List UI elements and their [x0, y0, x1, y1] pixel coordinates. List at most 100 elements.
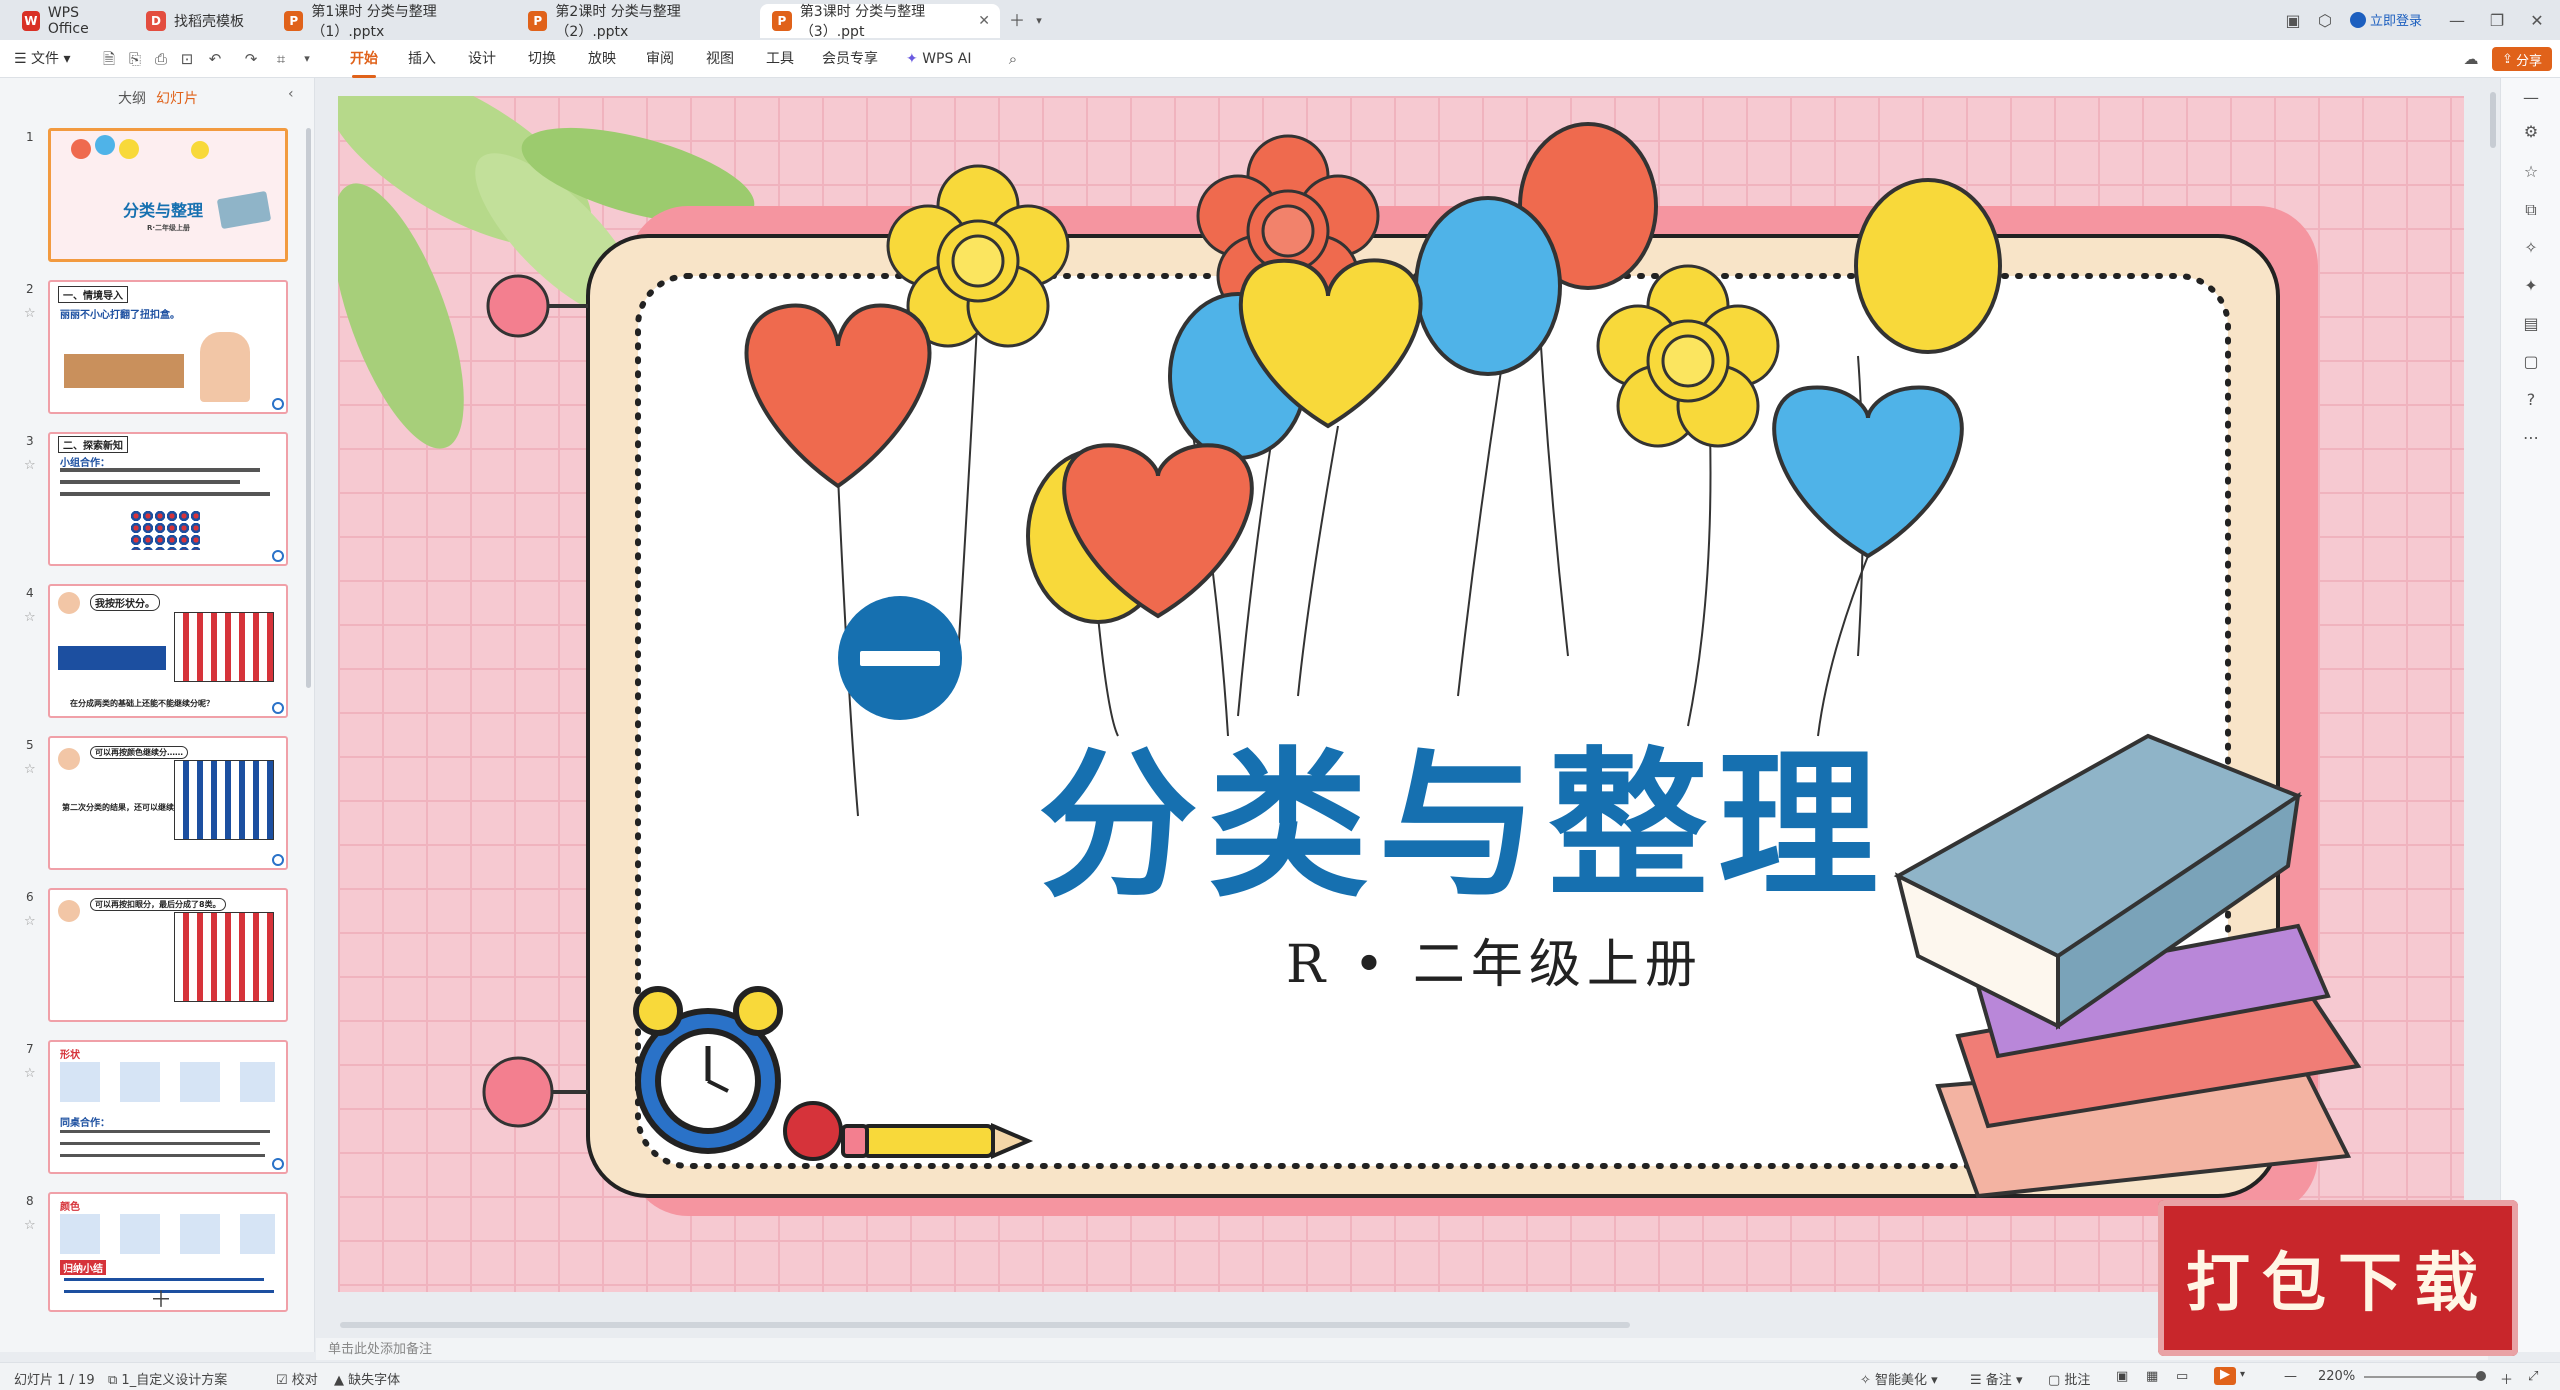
- chevron-down-icon[interactable]: ▾: [1026, 8, 1052, 34]
- login-button[interactable]: 立即登录: [2350, 10, 2422, 29]
- format-painter-icon[interactable]: ⌗: [270, 48, 292, 70]
- more-icon[interactable]: ⋯: [2519, 426, 2543, 450]
- star-icon[interactable]: ☆: [24, 762, 36, 777]
- slide-thumbnail-row[interactable]: 4 ☆ 我按形状分。 在分成两类的基础上还能不能继续分呢？: [0, 584, 300, 724]
- star-icon[interactable]: ☆: [24, 1218, 36, 1233]
- play-options-chevron-icon[interactable]: ▾: [2240, 1369, 2245, 1380]
- proofread-button[interactable]: ☑ 校对: [276, 1369, 318, 1388]
- menu-review[interactable]: 审阅: [646, 46, 674, 72]
- star-icon[interactable]: ☆: [2519, 160, 2543, 184]
- slide-subtitle[interactable]: R • 二年级上册: [1286, 922, 1703, 997]
- buttons-illustration: [130, 510, 200, 550]
- slide-thumbnail-row[interactable]: 3 ☆ 二、探索新知 小组合作：: [0, 432, 300, 572]
- menu-slideshow[interactable]: 放映: [588, 46, 616, 72]
- collapse-icon[interactable]: —: [2519, 86, 2543, 110]
- frame-icon[interactable]: ▢: [2519, 350, 2543, 374]
- slide-thumbnail[interactable]: 二、探索新知 小组合作：: [48, 432, 288, 566]
- thumb-subtitle: R·二年级上册: [147, 224, 191, 232]
- play-slideshow-icon[interactable]: ▶: [2214, 1367, 2236, 1385]
- reading-view-icon[interactable]: ▭: [2176, 1369, 2188, 1384]
- slide-thumbnail[interactable]: 可以再按扣眼分，最后分成了8类。: [48, 888, 288, 1022]
- vertical-scrollbar[interactable]: [2490, 92, 2496, 148]
- tab-docer[interactable]: D 找稻壳模板: [134, 4, 270, 38]
- design-theme[interactable]: ⧉ 1_自定义设计方案: [108, 1369, 227, 1388]
- add-slide-button[interactable]: ＋: [150, 1282, 172, 1314]
- box-icon[interactable]: ⬡: [2312, 8, 2338, 34]
- slide-thumbnail-row[interactable]: 7 ☆ 形状 同桌合作：: [0, 1040, 300, 1180]
- slide-thumbnail[interactable]: 形状 同桌合作：: [48, 1040, 288, 1174]
- missing-font-button[interactable]: ▲ 缺失字体: [334, 1369, 400, 1388]
- layout-icon[interactable]: ▤: [2519, 312, 2543, 336]
- tab-slides[interactable]: 幻灯片: [156, 88, 198, 108]
- save-icon[interactable]: 🗎: [98, 48, 120, 70]
- redo-icon[interactable]: ↷: [240, 48, 262, 70]
- star-icon[interactable]: ☆: [24, 1066, 36, 1081]
- menu-view[interactable]: 视图: [706, 46, 734, 72]
- download-badge[interactable]: 打包下载: [2158, 1200, 2518, 1356]
- slide-thumbnail[interactable]: 我按形状分。 在分成两类的基础上还能不能继续分呢？: [48, 584, 288, 718]
- share-button[interactable]: ⇪ 分享: [2492, 47, 2552, 71]
- zoom-level[interactable]: 220%: [2318, 1369, 2355, 1384]
- slide-thumbnail-row[interactable]: 2 ☆ 一、情境导入 丽丽不小心打翻了扭扣盒。: [0, 280, 300, 420]
- animation-icon[interactable]: ✦: [2519, 274, 2543, 298]
- search-icon[interactable]: ⌕: [1002, 48, 1024, 70]
- horizontal-scrollbar[interactable]: [340, 1322, 1630, 1328]
- tab-lesson-1[interactable]: P 第1课时 分类与整理（1）.pptx: [272, 4, 516, 40]
- menu-design[interactable]: 设计: [468, 46, 496, 72]
- normal-view-icon[interactable]: ▣: [2116, 1369, 2128, 1384]
- menu-member[interactable]: 会员专享: [822, 46, 878, 72]
- zoom-out-icon[interactable]: —: [2284, 1369, 2297, 1384]
- panel-scrollbar[interactable]: [306, 128, 311, 688]
- copy-icon[interactable]: ⧉: [2519, 198, 2543, 222]
- slide-canvas[interactable]: 一 分类与整理 R • 二年级上册: [338, 96, 2464, 1292]
- zoom-slider[interactable]: [2364, 1376, 2484, 1378]
- menu-insert[interactable]: 插入: [408, 46, 436, 72]
- slide-title[interactable]: 分类与整理: [1038, 696, 1888, 928]
- slide-thumbnail-row[interactable]: 5 ☆ 可以再按颜色继续分…… 第二次分类的结果，还可以继续分吗？: [0, 736, 300, 876]
- more-chevron-icon[interactable]: ▾: [296, 48, 318, 70]
- file-menu[interactable]: ☰ 文件 ▾: [14, 46, 71, 72]
- tab-lesson-2[interactable]: P 第2课时 分类与整理（2）.pptx: [516, 4, 760, 40]
- preview-icon[interactable]: ⊡: [176, 48, 198, 70]
- zoom-slider-thumb[interactable]: [2476, 1371, 2486, 1381]
- tab-lesson-3[interactable]: P 第3课时 分类与整理（3）.ppt ✕: [760, 4, 1000, 40]
- menu-transition[interactable]: 切换: [528, 46, 556, 72]
- star-icon[interactable]: ☆: [24, 306, 36, 321]
- star-icon[interactable]: ☆: [24, 914, 36, 929]
- close-icon[interactable]: ✕: [978, 13, 990, 29]
- balloon-shape: [71, 139, 91, 159]
- buttons-grid: [174, 612, 274, 682]
- star-icon[interactable]: ☆: [24, 458, 36, 473]
- minimize-icon[interactable]: —: [2444, 8, 2470, 34]
- slide-thumbnail[interactable]: 可以再按颜色继续分…… 第二次分类的结果，还可以继续分吗？: [48, 736, 288, 870]
- tab-wps-home[interactable]: W WPS Office: [10, 4, 128, 38]
- tab-outline[interactable]: 大纲: [118, 88, 146, 108]
- menu-home[interactable]: 开始: [350, 46, 378, 78]
- slide-thumbnail[interactable]: 一、情境导入 丽丽不小心打翻了扭扣盒。: [48, 280, 288, 414]
- comments-button[interactable]: ▢ 批注: [2048, 1369, 2090, 1388]
- star-icon[interactable]: ☆: [24, 610, 36, 625]
- zoom-in-icon[interactable]: ＋: [2500, 1369, 2513, 1388]
- slide-thumbnail-row[interactable]: 1 分类与整理 R·二年级上册: [0, 128, 300, 268]
- magic-wand-icon[interactable]: ✧: [2519, 236, 2543, 260]
- window-layout-icon[interactable]: ▣: [2280, 8, 2306, 34]
- slide-thumbnail-row[interactable]: 6 ☆ 可以再按扣眼分，最后分成了8类。: [0, 888, 300, 1028]
- print-icon[interactable]: ⎙: [150, 48, 172, 70]
- help-icon[interactable]: ?: [2519, 388, 2543, 412]
- export-icon[interactable]: ⎘: [124, 48, 146, 70]
- comments-label: 批注: [2064, 1373, 2091, 1388]
- menu-wps-ai[interactable]: ✦ WPS AI: [906, 46, 972, 72]
- child-avatar: [58, 900, 80, 922]
- sorter-view-icon[interactable]: ▦: [2146, 1369, 2158, 1384]
- restore-icon[interactable]: ❐: [2484, 8, 2510, 34]
- undo-icon[interactable]: ↶: [204, 48, 226, 70]
- settings-sliders-icon[interactable]: ⚙: [2519, 120, 2543, 144]
- collapse-panel-icon[interactable]: ‹: [288, 86, 294, 102]
- menu-tools[interactable]: 工具: [766, 46, 794, 72]
- notes-button[interactable]: ☰ 备注 ▾: [1970, 1369, 2022, 1388]
- slide-thumbnail[interactable]: 分类与整理 R·二年级上册: [48, 128, 288, 262]
- cloud-icon[interactable]: ☁: [2460, 48, 2482, 70]
- fit-window-icon[interactable]: ⤢: [2528, 1369, 2538, 1384]
- close-window-icon[interactable]: ✕: [2524, 8, 2550, 34]
- smart-beautify-button[interactable]: ✧ 智能美化 ▾: [1860, 1369, 1938, 1388]
